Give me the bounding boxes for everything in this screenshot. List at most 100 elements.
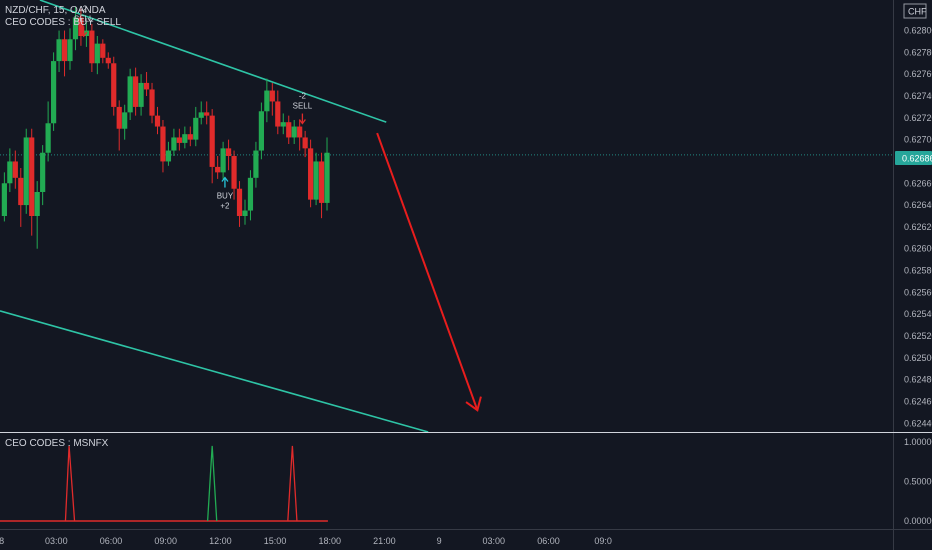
current-price-tag-text: 0.62686 — [902, 154, 932, 164]
candle-body — [264, 90, 270, 112]
candle-body — [29, 137, 35, 216]
candle-body — [291, 126, 297, 138]
chart-background — [0, 0, 932, 550]
header-legend: NZD/CHF, 15, OANDA CEO CODES : BUY SELL — [5, 5, 121, 28]
candle-body — [1, 183, 7, 216]
price-tick-label: 0.62560 — [904, 287, 932, 297]
time-tick-label: 09:00 — [154, 536, 177, 546]
candle-body — [258, 111, 264, 151]
price-tick-label: 0.62660 — [904, 178, 932, 188]
currency-badge-text: CHF — [908, 7, 927, 17]
currency-badge[interactable]: CHF — [903, 3, 927, 19]
candle-body — [247, 177, 254, 211]
candle-body — [318, 161, 325, 203]
candle-body — [275, 101, 281, 127]
candle-body — [143, 82, 150, 90]
candle-body — [269, 90, 275, 102]
candle-body — [313, 161, 319, 200]
price-tick-label: 0.62520 — [904, 331, 932, 341]
candle-body — [12, 161, 18, 178]
time-tick-label: 15:00 — [264, 536, 287, 546]
time-tick-label: 06:00 — [100, 536, 123, 546]
candle-body — [111, 63, 117, 107]
candle-body — [171, 137, 177, 151]
candle-body — [286, 122, 292, 138]
candle-body — [127, 76, 133, 113]
price-tick-label: 0.62500 — [904, 353, 932, 363]
price-tick-label: 0.62580 — [904, 266, 932, 276]
candle-body — [138, 82, 144, 107]
candle-body — [34, 192, 40, 216]
price-tick-label: 0.62600 — [904, 244, 932, 254]
candle — [127, 68, 133, 120]
candle-body — [154, 115, 161, 127]
candle-body — [45, 123, 51, 153]
time-tick-label: 09:0 — [594, 536, 612, 546]
candle-body — [308, 148, 314, 200]
candle-body — [105, 57, 111, 64]
time-tick-label: 03:00 — [45, 536, 68, 546]
candle-body — [165, 150, 172, 162]
candle-body — [23, 137, 29, 206]
price-tick-label: 0.62700 — [904, 135, 932, 145]
candle-body — [160, 126, 166, 162]
candle-body — [302, 137, 308, 149]
candle — [23, 128, 29, 214]
signal-line2: +2 — [220, 202, 230, 211]
symbol-title[interactable]: NZD/CHF, 15, OANDA — [5, 5, 106, 16]
price-tick-label: 0.62540 — [904, 309, 932, 319]
candle-body — [100, 43, 106, 58]
candle-body — [193, 117, 199, 140]
time-tick-label: 9 — [437, 536, 442, 546]
candle-body — [50, 61, 57, 124]
current-price-tag: 0.62686 — [895, 151, 932, 165]
candle-body — [40, 152, 46, 192]
candle-body — [187, 134, 193, 140]
candle-body — [182, 134, 188, 143]
candle — [111, 56, 117, 116]
candle-body — [220, 148, 226, 173]
sub-tick-label: 0.00000 — [904, 516, 932, 526]
candle-body — [89, 30, 95, 64]
price-tick-label: 0.62460 — [904, 396, 932, 406]
candle-body — [297, 126, 303, 138]
price-tick-label: 0.62440 — [904, 418, 932, 428]
candle-body — [231, 156, 237, 189]
candle-body — [133, 76, 139, 107]
time-tick-label: 21:00 — [373, 536, 396, 546]
signal-line1: BUY — [217, 192, 234, 201]
candle-body — [176, 137, 182, 143]
candle-body — [242, 210, 248, 216]
candle — [50, 52, 57, 131]
price-tick-label: 0.62620 — [904, 222, 932, 232]
candle-body — [18, 177, 24, 206]
candle-body — [56, 39, 62, 62]
candle-body — [215, 166, 221, 173]
candle-body — [94, 43, 100, 64]
sub-tick-label: 1.00000 — [904, 437, 932, 447]
price-tick-label: 0.62720 — [904, 113, 932, 123]
time-tick-label: 18:00 — [318, 536, 341, 546]
candle-body — [209, 115, 215, 167]
candle-body — [225, 148, 232, 156]
price-tick-label: 0.62760 — [904, 69, 932, 79]
sub-panel-title[interactable]: CEO CODES : MSNFX — [5, 438, 109, 449]
candle-body — [67, 39, 73, 62]
candle-body — [236, 188, 243, 216]
time-tick-label: 8 — [0, 536, 4, 546]
candle-body — [324, 152, 330, 203]
price-tick-label: 0.62800 — [904, 26, 932, 36]
sub-tick-label: 0.50000 — [904, 477, 932, 487]
candle-body — [280, 122, 286, 127]
indicator-title[interactable]: CEO CODES : BUY SELL — [5, 17, 121, 28]
candle-body — [122, 112, 128, 129]
candle-body — [7, 161, 13, 184]
candle-body — [116, 106, 122, 129]
time-tick-label: 12:00 — [209, 536, 232, 546]
candle — [308, 139, 314, 208]
candle-body — [149, 89, 155, 116]
time-tick-label: 06:00 — [537, 536, 560, 546]
candle-body — [204, 112, 210, 116]
signal-line2: SELL — [293, 102, 313, 111]
candle-body — [198, 112, 204, 118]
